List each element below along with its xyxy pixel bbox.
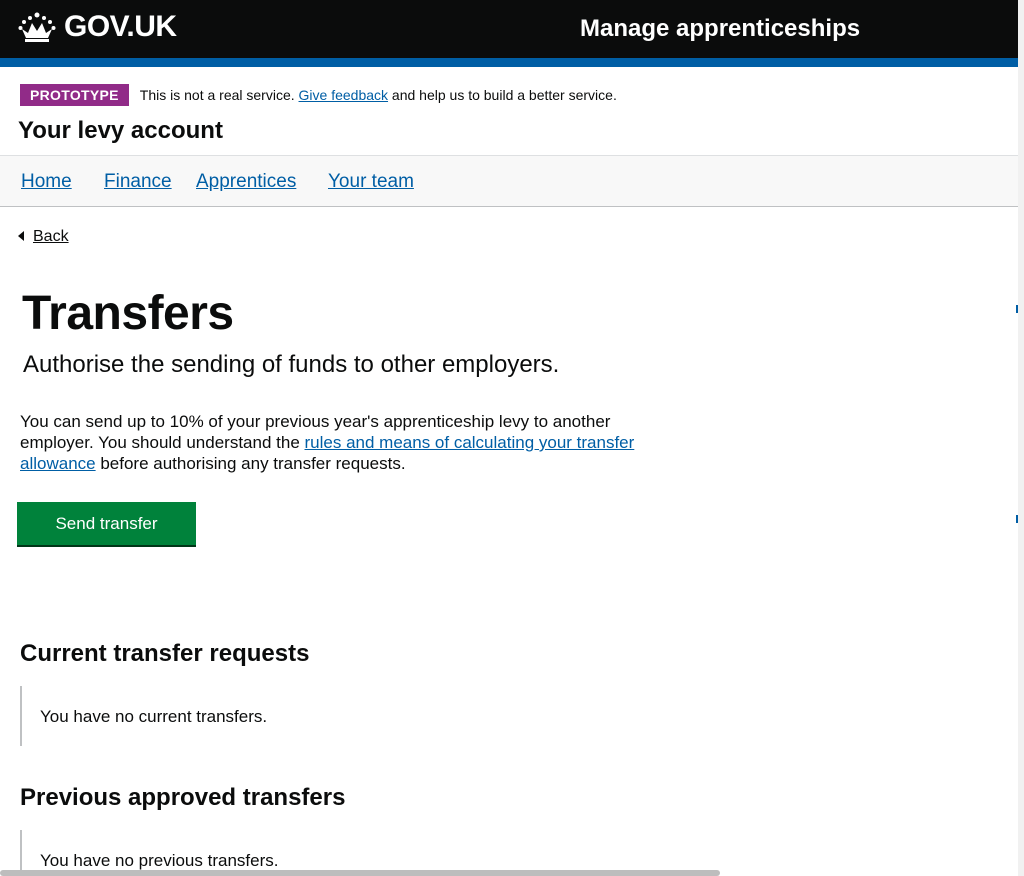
- nav-item-apprentices[interactable]: Apprentices: [196, 171, 296, 193]
- govuk-logo-link[interactable]: GOV.UK: [18, 10, 177, 44]
- phase-banner: PROTOTYPE This is not a real service. Gi…: [20, 84, 617, 106]
- phase-banner-text: This is not a real service. Give feedbac…: [140, 86, 617, 104]
- nav-item-finance[interactable]: Finance: [104, 171, 172, 193]
- prototype-tag: PROTOTYPE: [20, 84, 129, 106]
- header-blue-bar: [0, 58, 1018, 67]
- give-feedback-link[interactable]: Give feedback: [299, 87, 389, 103]
- previous-transfers-message: You have no previous transfers.: [40, 851, 279, 870]
- phase-text-before: This is not a real service.: [139, 87, 295, 103]
- site-header: GOV.UK Manage apprenticeships: [0, 0, 1018, 58]
- crown-icon: [18, 12, 56, 42]
- send-transfer-button[interactable]: Send transfer: [17, 502, 196, 545]
- back-arrow-icon: [18, 231, 24, 241]
- service-name-link[interactable]: Manage apprenticeships: [580, 14, 860, 44]
- info-text-after: before authorising any transfer requests…: [100, 454, 406, 473]
- phase-text-after: and help us to build a better service.: [391, 87, 617, 103]
- vertical-scrollbar[interactable]: [1018, 0, 1024, 876]
- current-transfers-heading: Current transfer requests: [20, 640, 310, 667]
- back-link[interactable]: Back: [18, 227, 69, 247]
- back-link-label: Back: [33, 228, 69, 245]
- current-transfers-panel: You have no current transfers.: [20, 686, 622, 746]
- nav-item-your-team[interactable]: Your team: [328, 171, 414, 193]
- page-lede: Authorise the sending of funds to other …: [23, 351, 560, 378]
- previous-transfers-heading: Previous approved transfers: [20, 784, 346, 811]
- nav-item-home[interactable]: Home: [21, 171, 72, 193]
- current-transfers-message: You have no current transfers.: [40, 707, 268, 726]
- main-nav: Home Finance Apprentices Your team: [0, 155, 1018, 207]
- account-title: Your levy account: [18, 117, 223, 144]
- page-title: Transfers: [22, 287, 234, 340]
- horizontal-scrollbar-thumb[interactable]: [0, 870, 720, 876]
- govuk-logo-text: GOV.UK: [64, 10, 177, 43]
- transfer-info-text: You can send up to 10% of your previous …: [20, 411, 660, 474]
